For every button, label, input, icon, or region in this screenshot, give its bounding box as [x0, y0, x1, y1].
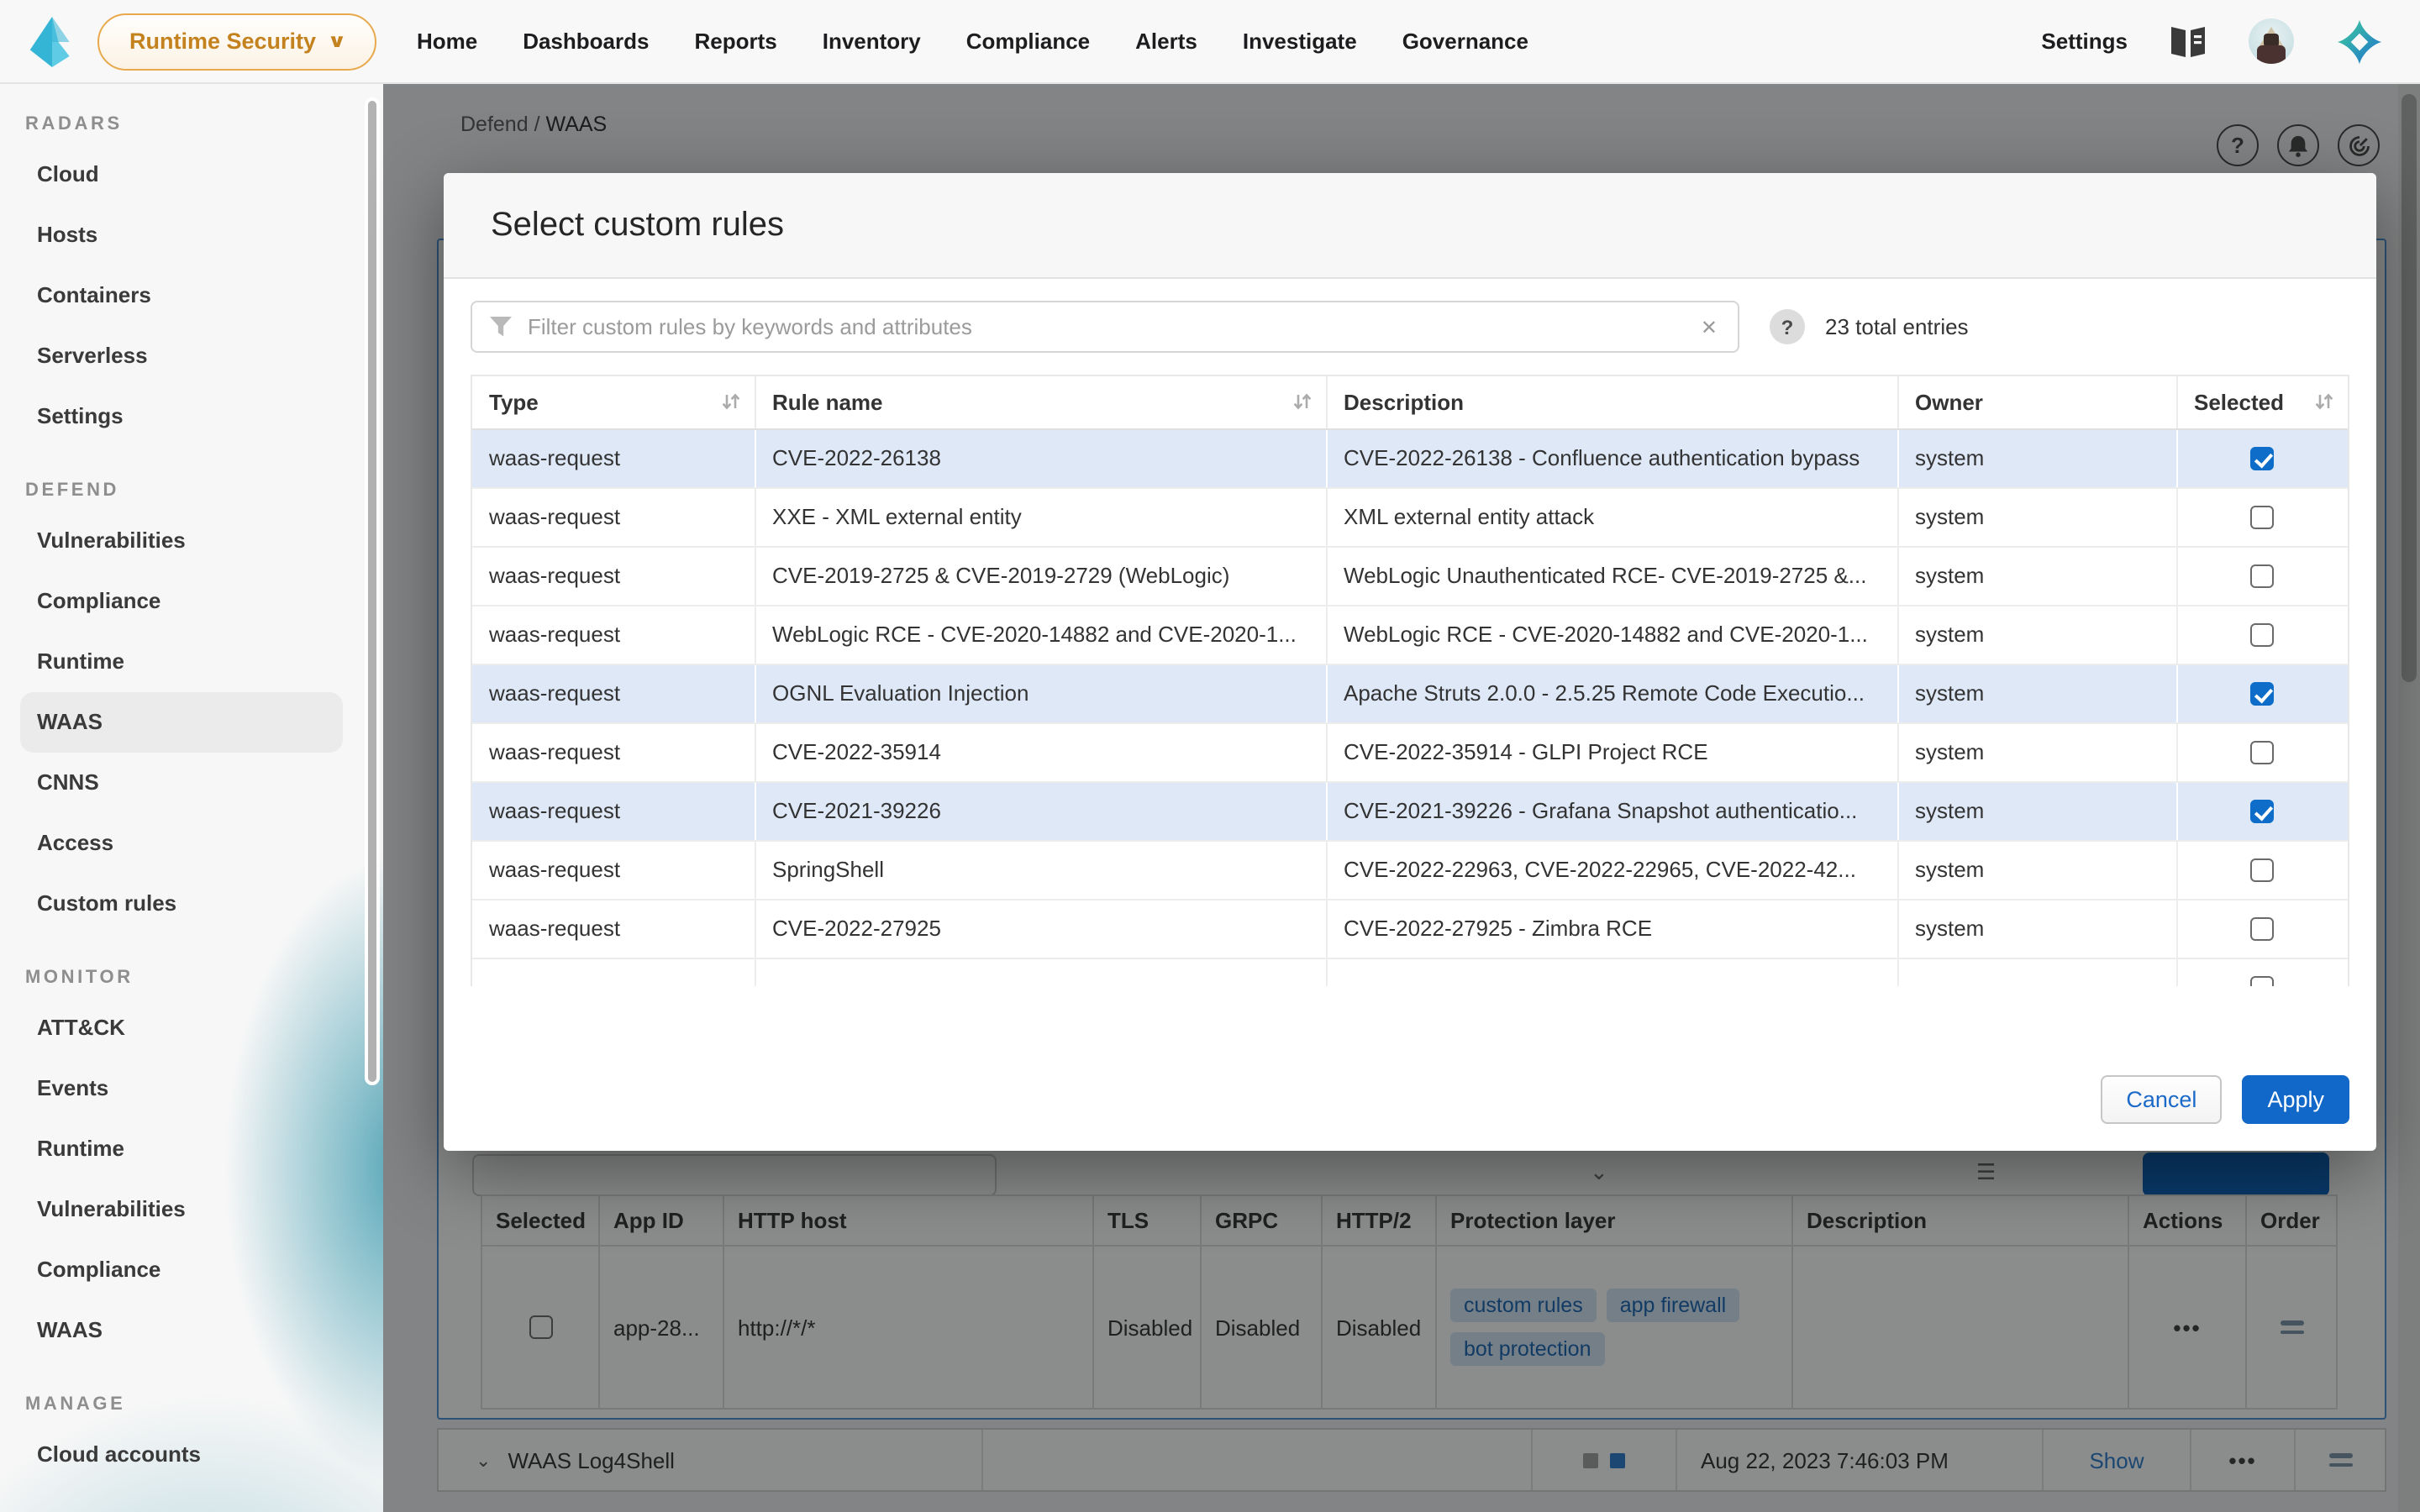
sidebar-item-monitor-vulnerabilities[interactable]: Vulnerabilities [20, 1179, 343, 1240]
rule-row[interactable]: waas-requestSpringShell CVE-2022-22963, … [472, 840, 2348, 899]
nav-home[interactable]: Home [417, 29, 477, 54]
topnav-right-cluster: Settings [2041, 16, 2420, 66]
modal-header: Select custom rules [444, 173, 2376, 279]
rule-checkbox[interactable] [2251, 446, 2275, 470]
rule-checkbox[interactable] [2251, 858, 2275, 881]
col-selected[interactable]: Selected [2176, 376, 2348, 428]
clear-filter-icon[interactable]: ✕ [1697, 315, 1721, 339]
rule-row[interactable]: waas-requestCVE-2019-2725 & CVE-2019-272… [472, 546, 2348, 605]
rule-checkbox[interactable] [2251, 975, 2275, 986]
sidebar-item-monitor-runtime[interactable]: Runtime [20, 1119, 343, 1179]
apply-button[interactable]: Apply [2242, 1075, 2349, 1124]
rule-row[interactable]: waas-requestCVE-2022-27925 CVE-2022-2792… [472, 899, 2348, 958]
modal-filter-row: Filter custom rules by keywords and attr… [471, 301, 2349, 353]
custom-rules-table: Type Rule name Description Owner Selecte… [472, 376, 2348, 986]
sidebar-item-runtime[interactable]: Runtime [20, 632, 343, 692]
filter-funnel-icon [489, 316, 513, 338]
docs-book-icon[interactable] [2168, 24, 2208, 58]
sidebar-section-defend: DEFEND Vulnerabilities Compliance Runtim… [0, 470, 383, 934]
sidebar-item-vulnerabilities[interactable]: Vulnerabilities [20, 511, 343, 571]
sidebar-item-access[interactable]: Access [20, 813, 343, 874]
rule-checkbox[interactable] [2251, 740, 2275, 764]
sidebar-item-hosts[interactable]: Hosts [20, 205, 343, 265]
prisma-cloud-logo-icon[interactable] [2334, 16, 2385, 66]
app-root: Runtime Security ∨ Home Dashboards Repor… [0, 0, 2420, 1512]
col-owner[interactable]: Owner [1897, 376, 2176, 428]
filter-help-icon[interactable]: ? [1770, 309, 1805, 344]
sort-icon[interactable] [1292, 392, 1312, 412]
sidebar-section-radars: RADARS Cloud Hosts Containers Serverless… [0, 104, 383, 447]
nav-governance[interactable]: Governance [1402, 29, 1528, 54]
runtime-security-switcher[interactable]: Runtime Security ∨ [97, 13, 376, 70]
primary-nav: Home Dashboards Reports Inventory Compli… [417, 29, 1528, 54]
sidebar-section-manage: MANAGE Cloud accounts [0, 1384, 383, 1485]
rule-checkbox[interactable] [2251, 799, 2275, 822]
sidebar-item-monitor-compliance[interactable]: Compliance [20, 1240, 343, 1300]
nav-inventory[interactable]: Inventory [823, 29, 921, 54]
sidebar-section-monitor: MONITOR ATT&CK Events Runtime Vulnerabil… [0, 958, 383, 1361]
sidebar-item-containers[interactable]: Containers [20, 265, 343, 326]
top-nav: Runtime Security ∨ Home Dashboards Repor… [0, 0, 2420, 84]
rules-table-container: Type Rule name Description Owner Selecte… [471, 375, 2349, 986]
sidebar-item-events[interactable]: Events [20, 1058, 343, 1119]
modal-footer: Cancel Apply [2101, 1075, 2349, 1124]
rule-row[interactable]: waas-requestCVE-2022-26138 CVE-2022-2613… [472, 428, 2348, 487]
sidebar-scrollbar[interactable] [365, 97, 380, 1085]
sidebar-item-monitor-waas[interactable]: WAAS [20, 1300, 343, 1361]
sidebar-item-compliance[interactable]: Compliance [20, 571, 343, 632]
filter-placeholder: Filter custom rules by keywords and attr… [528, 314, 1682, 339]
nav-alerts[interactable]: Alerts [1135, 29, 1197, 54]
sidebar-item-waas[interactable]: WAAS [20, 692, 343, 753]
nav-compliance[interactable]: Compliance [966, 29, 1090, 54]
rule-row-partial[interactable] [472, 958, 2348, 986]
sort-icon[interactable] [2314, 392, 2334, 412]
sidebar-item-serverless[interactable]: Serverless [20, 326, 343, 386]
rule-row[interactable]: waas-requestWebLogic RCE - CVE-2020-1488… [472, 605, 2348, 664]
modal-title: Select custom rules [491, 206, 784, 244]
rule-row[interactable]: waas-requestXXE - XML external entity XM… [472, 487, 2348, 546]
total-entries-label: 23 total entries [1825, 314, 1969, 339]
sidebar: RADARS Cloud Hosts Containers Serverless… [0, 84, 383, 1512]
col-type[interactable]: Type [472, 376, 755, 428]
runtime-security-logo-icon [27, 14, 77, 68]
sidebar-item-cloud[interactable]: Cloud [20, 144, 343, 205]
rule-row[interactable]: waas-requestCVE-2021-39226 CVE-2021-3922… [472, 781, 2348, 840]
sidebar-item-attck[interactable]: ATT&CK [20, 998, 343, 1058]
section-header-radars: RADARS [0, 104, 383, 144]
cancel-button[interactable]: Cancel [2101, 1075, 2222, 1124]
sort-icon[interactable] [720, 392, 740, 412]
col-description[interactable]: Description [1326, 376, 1897, 428]
sidebar-item-cloud-accounts[interactable]: Cloud accounts [20, 1425, 343, 1485]
chevron-down-icon: ∨ [327, 30, 346, 52]
rule-checkbox[interactable] [2251, 916, 2275, 940]
section-header-monitor: MONITOR [0, 958, 383, 998]
section-header-defend: DEFEND [0, 470, 383, 511]
rule-checkbox[interactable] [2251, 564, 2275, 587]
nav-investigate[interactable]: Investigate [1243, 29, 1357, 54]
user-avatar[interactable] [2249, 18, 2294, 64]
rules-filter-input[interactable]: Filter custom rules by keywords and attr… [471, 301, 1739, 353]
nav-settings[interactable]: Settings [2041, 29, 2128, 54]
sidebar-item-custom-rules[interactable]: Custom rules [20, 874, 343, 934]
brand-label: Runtime Security [129, 29, 316, 54]
rule-checkbox[interactable] [2251, 681, 2275, 705]
nav-dashboards[interactable]: Dashboards [523, 29, 649, 54]
rule-checkbox[interactable] [2251, 505, 2275, 528]
rule-row[interactable]: waas-requestCVE-2022-35914 CVE-2022-3591… [472, 722, 2348, 781]
rule-row[interactable]: waas-requestOGNL Evaluation Injection Ap… [472, 664, 2348, 722]
sidebar-item-cnns[interactable]: CNNS [20, 753, 343, 813]
select-custom-rules-modal: Select custom rules Filter custom rules … [444, 173, 2376, 1151]
rule-checkbox[interactable] [2251, 622, 2275, 646]
section-header-manage: MANAGE [0, 1384, 383, 1425]
nav-reports[interactable]: Reports [694, 29, 776, 54]
sidebar-item-settings[interactable]: Settings [20, 386, 343, 447]
col-rule-name[interactable]: Rule name [755, 376, 1326, 428]
